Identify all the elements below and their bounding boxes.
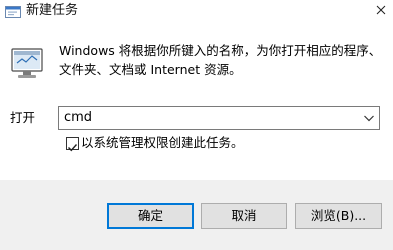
admin-checkbox[interactable] bbox=[66, 137, 79, 152]
close-button[interactable] bbox=[369, 0, 393, 26]
title-bar: 新建任务 bbox=[0, 0, 393, 28]
checkmark-icon bbox=[68, 144, 78, 152]
close-icon bbox=[376, 5, 386, 15]
description-line-2: 文件夹、文档或 Internet 资源。 bbox=[59, 62, 242, 77]
open-combobox[interactable]: cmd bbox=[58, 106, 380, 130]
chevron-down-icon[interactable] bbox=[361, 110, 377, 126]
ok-button[interactable]: 确定 bbox=[107, 203, 194, 229]
admin-checkbox-label[interactable]: 以系统管理权限创建此任务。 bbox=[81, 134, 244, 152]
cancel-button[interactable]: 取消 bbox=[201, 203, 287, 229]
run-computer-icon bbox=[10, 46, 46, 82]
browse-button[interactable]: 浏览(B)... bbox=[295, 203, 382, 229]
dialog-description: Windows 将根据你所键入的名称，为你打开相应的程序、 文件夹、文档或 In… bbox=[59, 41, 382, 79]
open-label: 打开 bbox=[10, 110, 36, 125]
window-title: 新建任务 bbox=[26, 3, 79, 18]
run-dialog-icon bbox=[5, 3, 21, 18]
open-input[interactable]: cmd bbox=[64, 109, 92, 127]
description-line-1: Windows 将根据你所键入的名称，为你打开相应的程序、 bbox=[59, 43, 382, 58]
